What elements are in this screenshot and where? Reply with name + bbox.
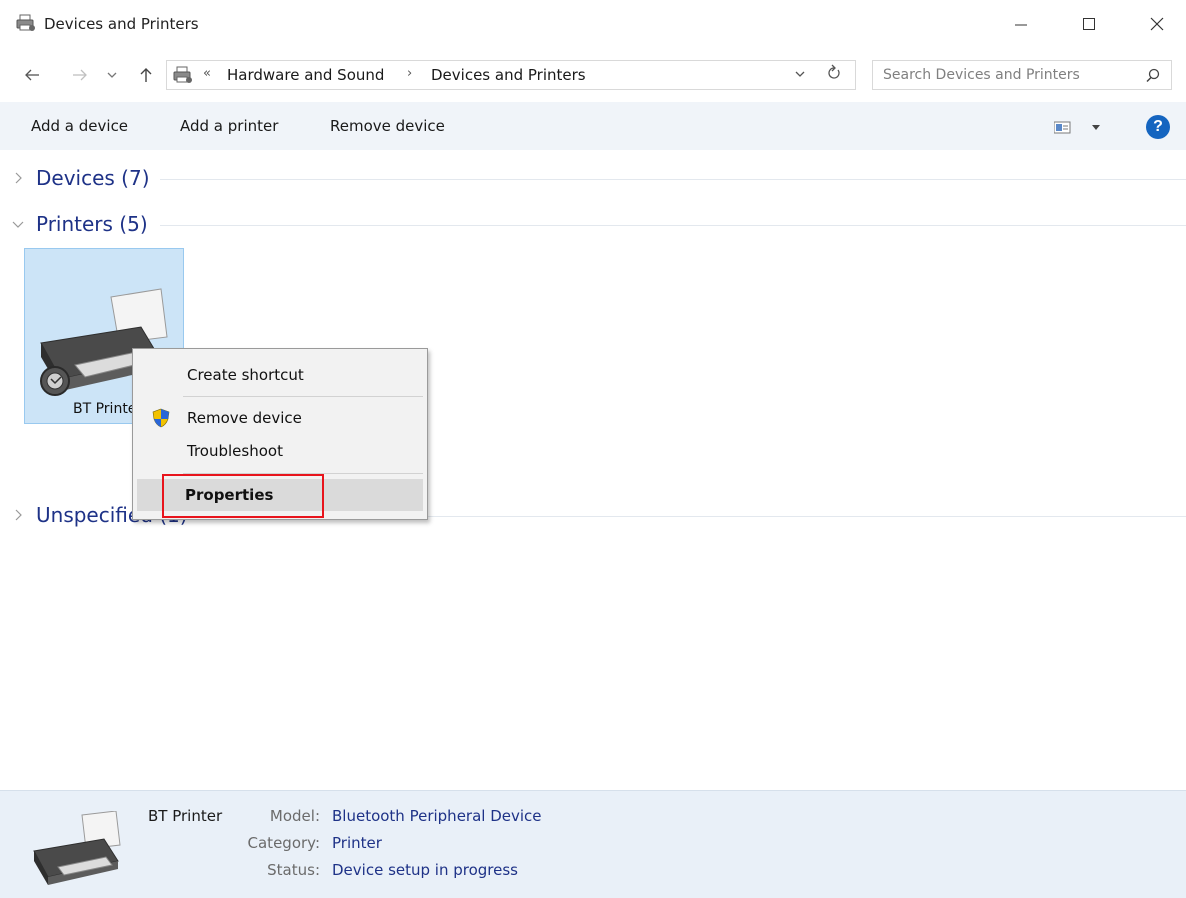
menu-item-create-shortcut[interactable]: Create shortcut xyxy=(135,359,425,391)
chevron-right-icon xyxy=(15,509,22,521)
forward-button[interactable] xyxy=(66,62,94,88)
details-key-status: Status: xyxy=(267,861,320,879)
group-label-printers: Printers (5) xyxy=(36,212,156,236)
search-placeholder: Search Devices and Printers xyxy=(883,67,1080,83)
chevron-down-icon xyxy=(107,72,117,78)
menu-item-label: Create shortcut xyxy=(187,366,304,384)
add-printer-button[interactable]: Add a printer xyxy=(180,117,278,135)
change-view-icon[interactable] xyxy=(1054,118,1104,136)
title-bar: Devices and Printers xyxy=(0,0,1186,48)
chevron-down-icon xyxy=(795,71,805,77)
breadcrumb-separator[interactable]: › xyxy=(407,66,412,81)
refresh-icon xyxy=(828,64,840,79)
group-label-devices: Devices (7) xyxy=(36,166,158,190)
window-title: Devices and Printers xyxy=(44,15,199,33)
recent-locations-button[interactable] xyxy=(102,62,122,88)
menu-item-label: Remove device xyxy=(187,409,302,427)
details-value-model: Bluetooth Peripheral Device xyxy=(332,807,542,825)
details-key-category: Category: xyxy=(247,834,320,852)
address-toolbar: « Hardware and Sound › Devices and Print… xyxy=(0,50,1186,100)
maximize-icon xyxy=(1083,18,1095,30)
arrow-up-icon xyxy=(140,68,152,82)
search-input[interactable]: Search Devices and Printers xyxy=(872,60,1172,90)
close-button[interactable] xyxy=(1134,8,1180,40)
group-devices[interactable]: Devices (7) xyxy=(10,166,1186,194)
command-bar: Add a device Add a printer Remove device… xyxy=(0,102,1186,150)
remove-device-button[interactable]: Remove device xyxy=(330,117,445,135)
add-device-button[interactable]: Add a device xyxy=(31,117,128,135)
menu-item-remove-device[interactable]: Remove device xyxy=(135,402,425,434)
address-dropdown-button[interactable] xyxy=(795,67,805,81)
highlight-box xyxy=(162,474,324,518)
details-key-model: Model: xyxy=(269,807,320,825)
group-divider xyxy=(160,179,1186,180)
breadcrumb-hardware-and-sound[interactable]: Hardware and Sound xyxy=(227,66,384,84)
search-icon[interactable] xyxy=(1145,67,1161,83)
up-button[interactable] xyxy=(132,62,160,88)
printer-icon xyxy=(33,811,121,885)
details-value-category: Printer xyxy=(332,834,382,852)
details-pane: BT Printer Model: Bluetooth Peripheral D… xyxy=(0,790,1186,898)
details-value-status: Device setup in progress xyxy=(332,861,518,879)
group-divider xyxy=(160,225,1186,226)
minimize-button[interactable] xyxy=(998,8,1044,40)
close-icon xyxy=(1150,17,1164,31)
chevron-right-icon xyxy=(15,172,22,184)
minimize-icon xyxy=(1015,24,1027,26)
chevron-down-icon xyxy=(12,221,24,228)
menu-separator xyxy=(183,396,423,397)
menu-item-label: Troubleshoot xyxy=(187,442,283,460)
devices-printers-icon xyxy=(173,66,192,83)
menu-item-troubleshoot[interactable]: Troubleshoot xyxy=(135,435,425,467)
back-button[interactable] xyxy=(18,62,46,88)
arrow-left-icon xyxy=(25,69,39,81)
address-box[interactable]: « Hardware and Sound › Devices and Print… xyxy=(166,60,856,90)
devices-printers-icon xyxy=(16,14,35,31)
maximize-button[interactable] xyxy=(1066,8,1112,40)
group-printers[interactable]: Printers (5) xyxy=(10,212,1186,240)
breadcrumb-overflow[interactable]: « xyxy=(203,66,211,81)
arrow-right-icon xyxy=(73,69,87,81)
breadcrumb-devices-and-printers[interactable]: Devices and Printers xyxy=(431,66,586,84)
uac-shield-icon xyxy=(152,408,170,428)
refresh-button[interactable] xyxy=(827,64,841,84)
help-button[interactable]: ? xyxy=(1146,115,1170,139)
